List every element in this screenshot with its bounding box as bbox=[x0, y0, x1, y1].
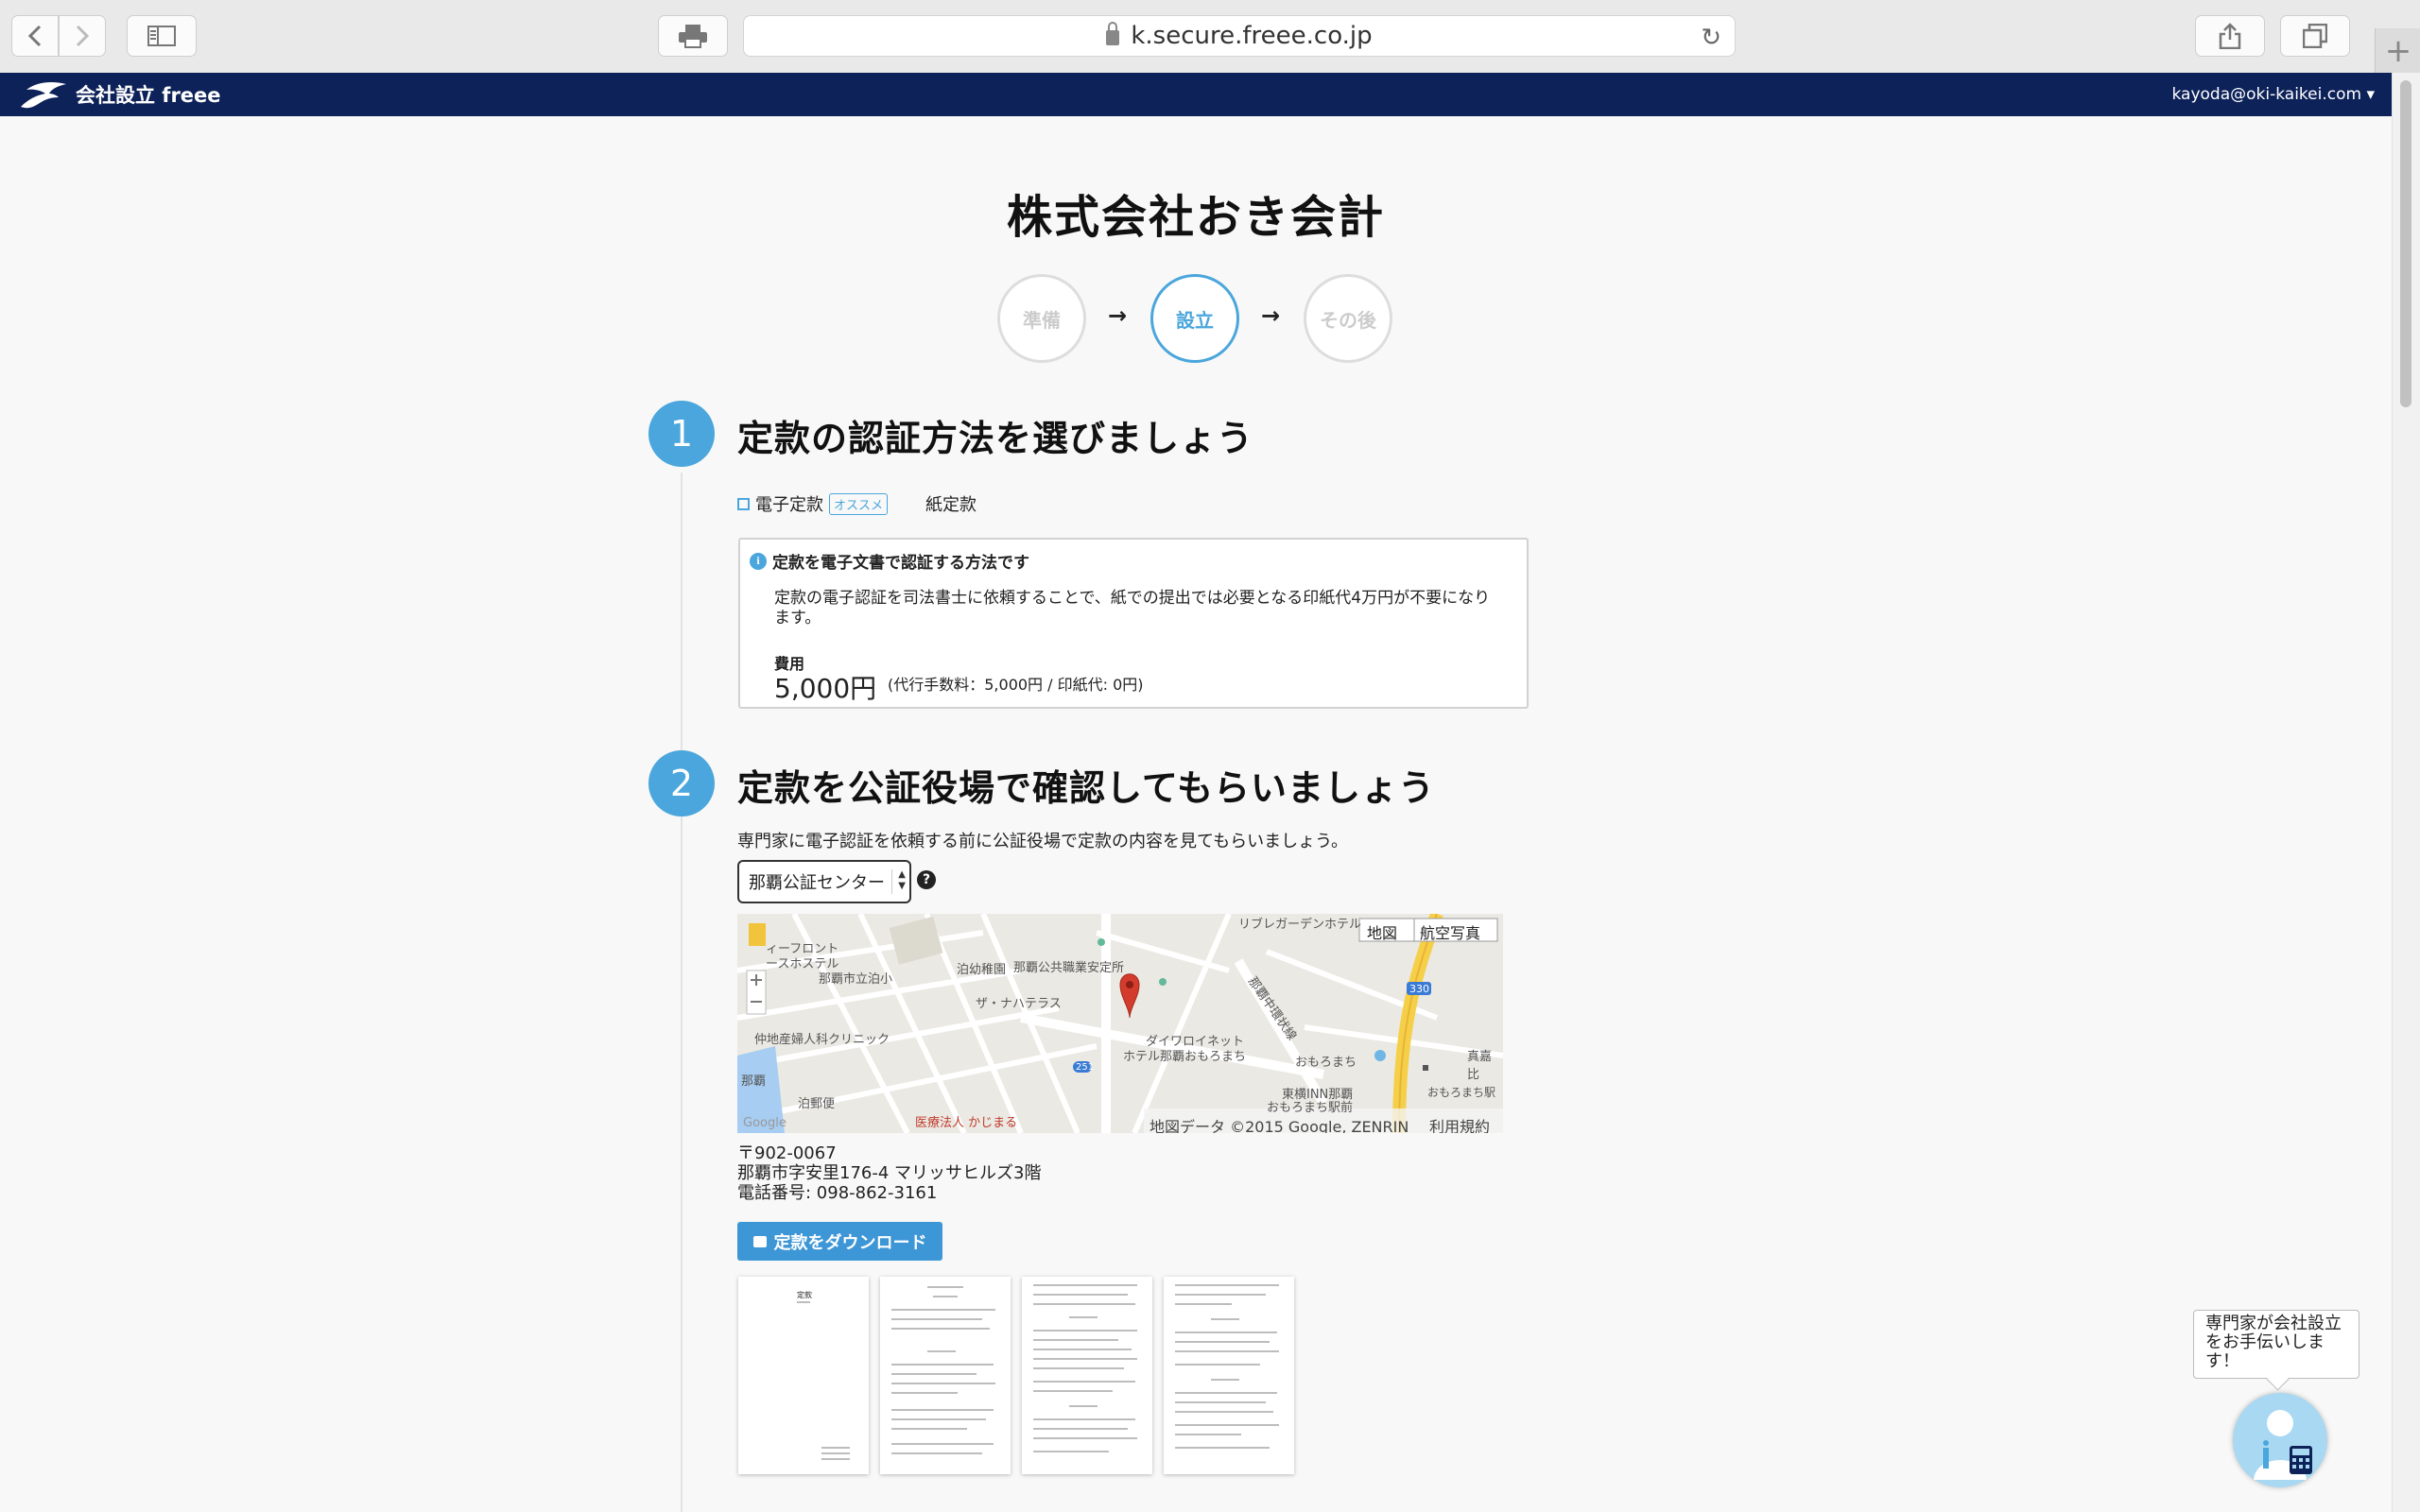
map-label: 那覇市立泊小 bbox=[819, 972, 893, 987]
chevron-left-icon bbox=[27, 25, 42, 47]
forward-button[interactable] bbox=[59, 15, 106, 57]
map-label: リブレガーデンホテル bbox=[1238, 918, 1362, 932]
road-number: 251 bbox=[1076, 1062, 1095, 1073]
assistant-avatar-button[interactable] bbox=[2233, 1393, 2327, 1487]
document-thumbnail[interactable] bbox=[1164, 1277, 1294, 1474]
expert-avatar-icon bbox=[2254, 1410, 2312, 1480]
sidebar-icon bbox=[147, 26, 176, 46]
document-thumbnail[interactable] bbox=[1022, 1277, 1152, 1474]
printer-icon bbox=[679, 25, 707, 48]
user-menu[interactable]: kayoda@oki-kaikei.com ▾ bbox=[2172, 85, 2376, 104]
brand-name: 会社設立 freee bbox=[76, 84, 221, 107]
map-tab-aerial[interactable]: 航空写真 bbox=[1420, 920, 1480, 943]
select-arrows-icon: ▲ ▼ bbox=[891, 869, 906, 894]
printer-icon bbox=[752, 1235, 767, 1247]
app-navbar: 会社設立 freee kayoda@oki-kaikei.com ▾ bbox=[0, 73, 2392, 116]
map-label: ホテル那覇おもろまち bbox=[1123, 1050, 1247, 1064]
google-logo: Google bbox=[743, 1116, 786, 1130]
tabs-icon bbox=[2303, 24, 2327, 48]
lock-icon bbox=[1106, 22, 1120, 45]
back-button[interactable] bbox=[11, 15, 59, 57]
road-number: 330 bbox=[1409, 983, 1429, 995]
map-label: 医療法人 かじまる bbox=[915, 1116, 1018, 1130]
help-icon[interactable]: ? bbox=[917, 870, 936, 889]
brand-logo[interactable]: 会社設立 freee bbox=[19, 78, 221, 111]
map-label: 泊幼稚園 bbox=[957, 963, 1007, 977]
map-label: おもろまち bbox=[1295, 1056, 1357, 1070]
map-label: ザ・ナハテラス bbox=[976, 997, 1062, 1011]
map-label: おもろまち駅 bbox=[1427, 1086, 1496, 1099]
new-tab-button[interactable]: + bbox=[2375, 28, 2420, 73]
arrow-right-icon: → bbox=[1261, 302, 1281, 329]
selected-notary-office: 那覇公証センター bbox=[749, 873, 885, 893]
sidebar-button[interactable] bbox=[127, 15, 197, 57]
recommended-badge: オススメ bbox=[829, 492, 889, 515]
section-number-1: 1 bbox=[648, 401, 715, 467]
step-after[interactable]: その後 bbox=[1304, 274, 1392, 363]
map-terms-link[interactable]: 利用規約 bbox=[1429, 1114, 1490, 1133]
fee-amount: 5,000円 bbox=[774, 673, 877, 704]
address-bar[interactable]: k.secure.freee.co.jp ↻ bbox=[743, 15, 1736, 57]
document-thumbnail-title: 定款 bbox=[797, 1291, 812, 1299]
document-thumbnail[interactable] bbox=[880, 1277, 1011, 1474]
document-thumbnail[interactable]: 定款 bbox=[738, 1277, 869, 1474]
map-canvas bbox=[737, 914, 1503, 1133]
timeline-line bbox=[681, 472, 683, 1512]
browser-toolbar: k.secure.freee.co.jp ↻ + bbox=[0, 0, 2420, 74]
reload-icon[interactable]: ↻ bbox=[1701, 24, 1721, 52]
plus-icon: + bbox=[2384, 31, 2412, 70]
fee-breakdown: (代行手数料：5,000円 / 印紙代: 0円) bbox=[888, 676, 1144, 694]
page-scrollbar[interactable] bbox=[2392, 73, 2420, 1512]
bird-logo-icon bbox=[21, 82, 66, 109]
section-number-2: 2 bbox=[648, 750, 715, 816]
scrollbar-thumb[interactable] bbox=[2400, 80, 2411, 407]
print-button[interactable] bbox=[658, 15, 728, 57]
map-label: 泊郵便 bbox=[798, 1097, 836, 1111]
share-icon bbox=[2219, 23, 2241, 49]
electronic-option-label[interactable]: 電子定款 bbox=[755, 491, 823, 516]
notary-office-map[interactable]: 地図 航空写真 リブレガーデンホテル ィーフロント ースホステル 那覇市立泊小 … bbox=[737, 914, 1503, 1133]
map-tab-map[interactable]: 地図 bbox=[1367, 920, 1397, 943]
info-title: 定款を電子文書で認証する方法です bbox=[772, 554, 1029, 573]
url-text: k.secure.freee.co.jp bbox=[1131, 22, 1373, 50]
certification-method-options: 電子定款 オススメ 紙定款 bbox=[737, 491, 977, 516]
download-articles-button[interactable]: 定款をダウンロード bbox=[737, 1222, 942, 1261]
arrow-right-icon: → bbox=[1108, 302, 1128, 329]
map-label: 那覇 bbox=[741, 1074, 767, 1089]
notary-office-address: 〒902-0067 那覇市字安里176-4 マリッサヒルズ3階 電話番号: 09… bbox=[737, 1143, 1041, 1203]
step-establishment[interactable]: 設立 bbox=[1150, 274, 1239, 363]
map-label: 真嘉比 bbox=[1467, 1050, 1493, 1082]
phone-number: 電話番号: 098-862-3161 bbox=[737, 1183, 938, 1203]
street-address: 那覇市字安里176-4 マリッサヒルズ3階 bbox=[737, 1163, 1042, 1183]
info-heading: i 定款を電子文書で認証する方法です bbox=[750, 549, 1029, 573]
info-icon: i bbox=[750, 552, 767, 570]
electronic-option-radio[interactable] bbox=[737, 497, 750, 510]
download-button-label: 定款をダウンロード bbox=[773, 1232, 927, 1253]
map-attribution: 地図データ ©2015 Google, ZENRIN bbox=[1150, 1118, 1409, 1133]
section1-title: 定款の認証方法を選びましょう bbox=[737, 418, 1254, 459]
chevron-right-icon bbox=[76, 25, 90, 47]
info-description: 定款の電子認証を司法書士に依頼することで、紙での提出では必要となる印紙代4万円が… bbox=[774, 589, 1491, 627]
map-label: おもろまち駅前 bbox=[1267, 1101, 1354, 1115]
paper-option-label[interactable]: 紙定款 bbox=[925, 491, 977, 516]
map-label: 那覇公共職業安定所 bbox=[1013, 961, 1125, 975]
step-preparation[interactable]: 準備 bbox=[997, 274, 1086, 363]
section2-title: 定款を公証役場で確認してもらいましょう bbox=[737, 767, 1435, 809]
assistant-speech-bubble: 専門家が会社設立をお手伝いします！ bbox=[2193, 1310, 2360, 1379]
tabs-button[interactable] bbox=[2280, 15, 2350, 57]
electronic-articles-info-box: i 定款を電子文書で認証する方法です 定款の電子認証を司法書士に依頼することで、… bbox=[738, 538, 1529, 709]
postal-code: 〒902-0067 bbox=[737, 1143, 837, 1163]
share-button[interactable] bbox=[2195, 15, 2265, 57]
section2-description: 専門家に電子認証を依頼する前に公証役場で定款の内容を見てもらいましょう。 bbox=[737, 832, 1349, 851]
map-label: 仲地産婦人科クリニック bbox=[754, 1033, 890, 1047]
company-name-title: 株式会社おき会計 bbox=[1006, 191, 1385, 244]
notary-office-select[interactable]: 那覇公証センター ▲ ▼ bbox=[737, 860, 911, 903]
